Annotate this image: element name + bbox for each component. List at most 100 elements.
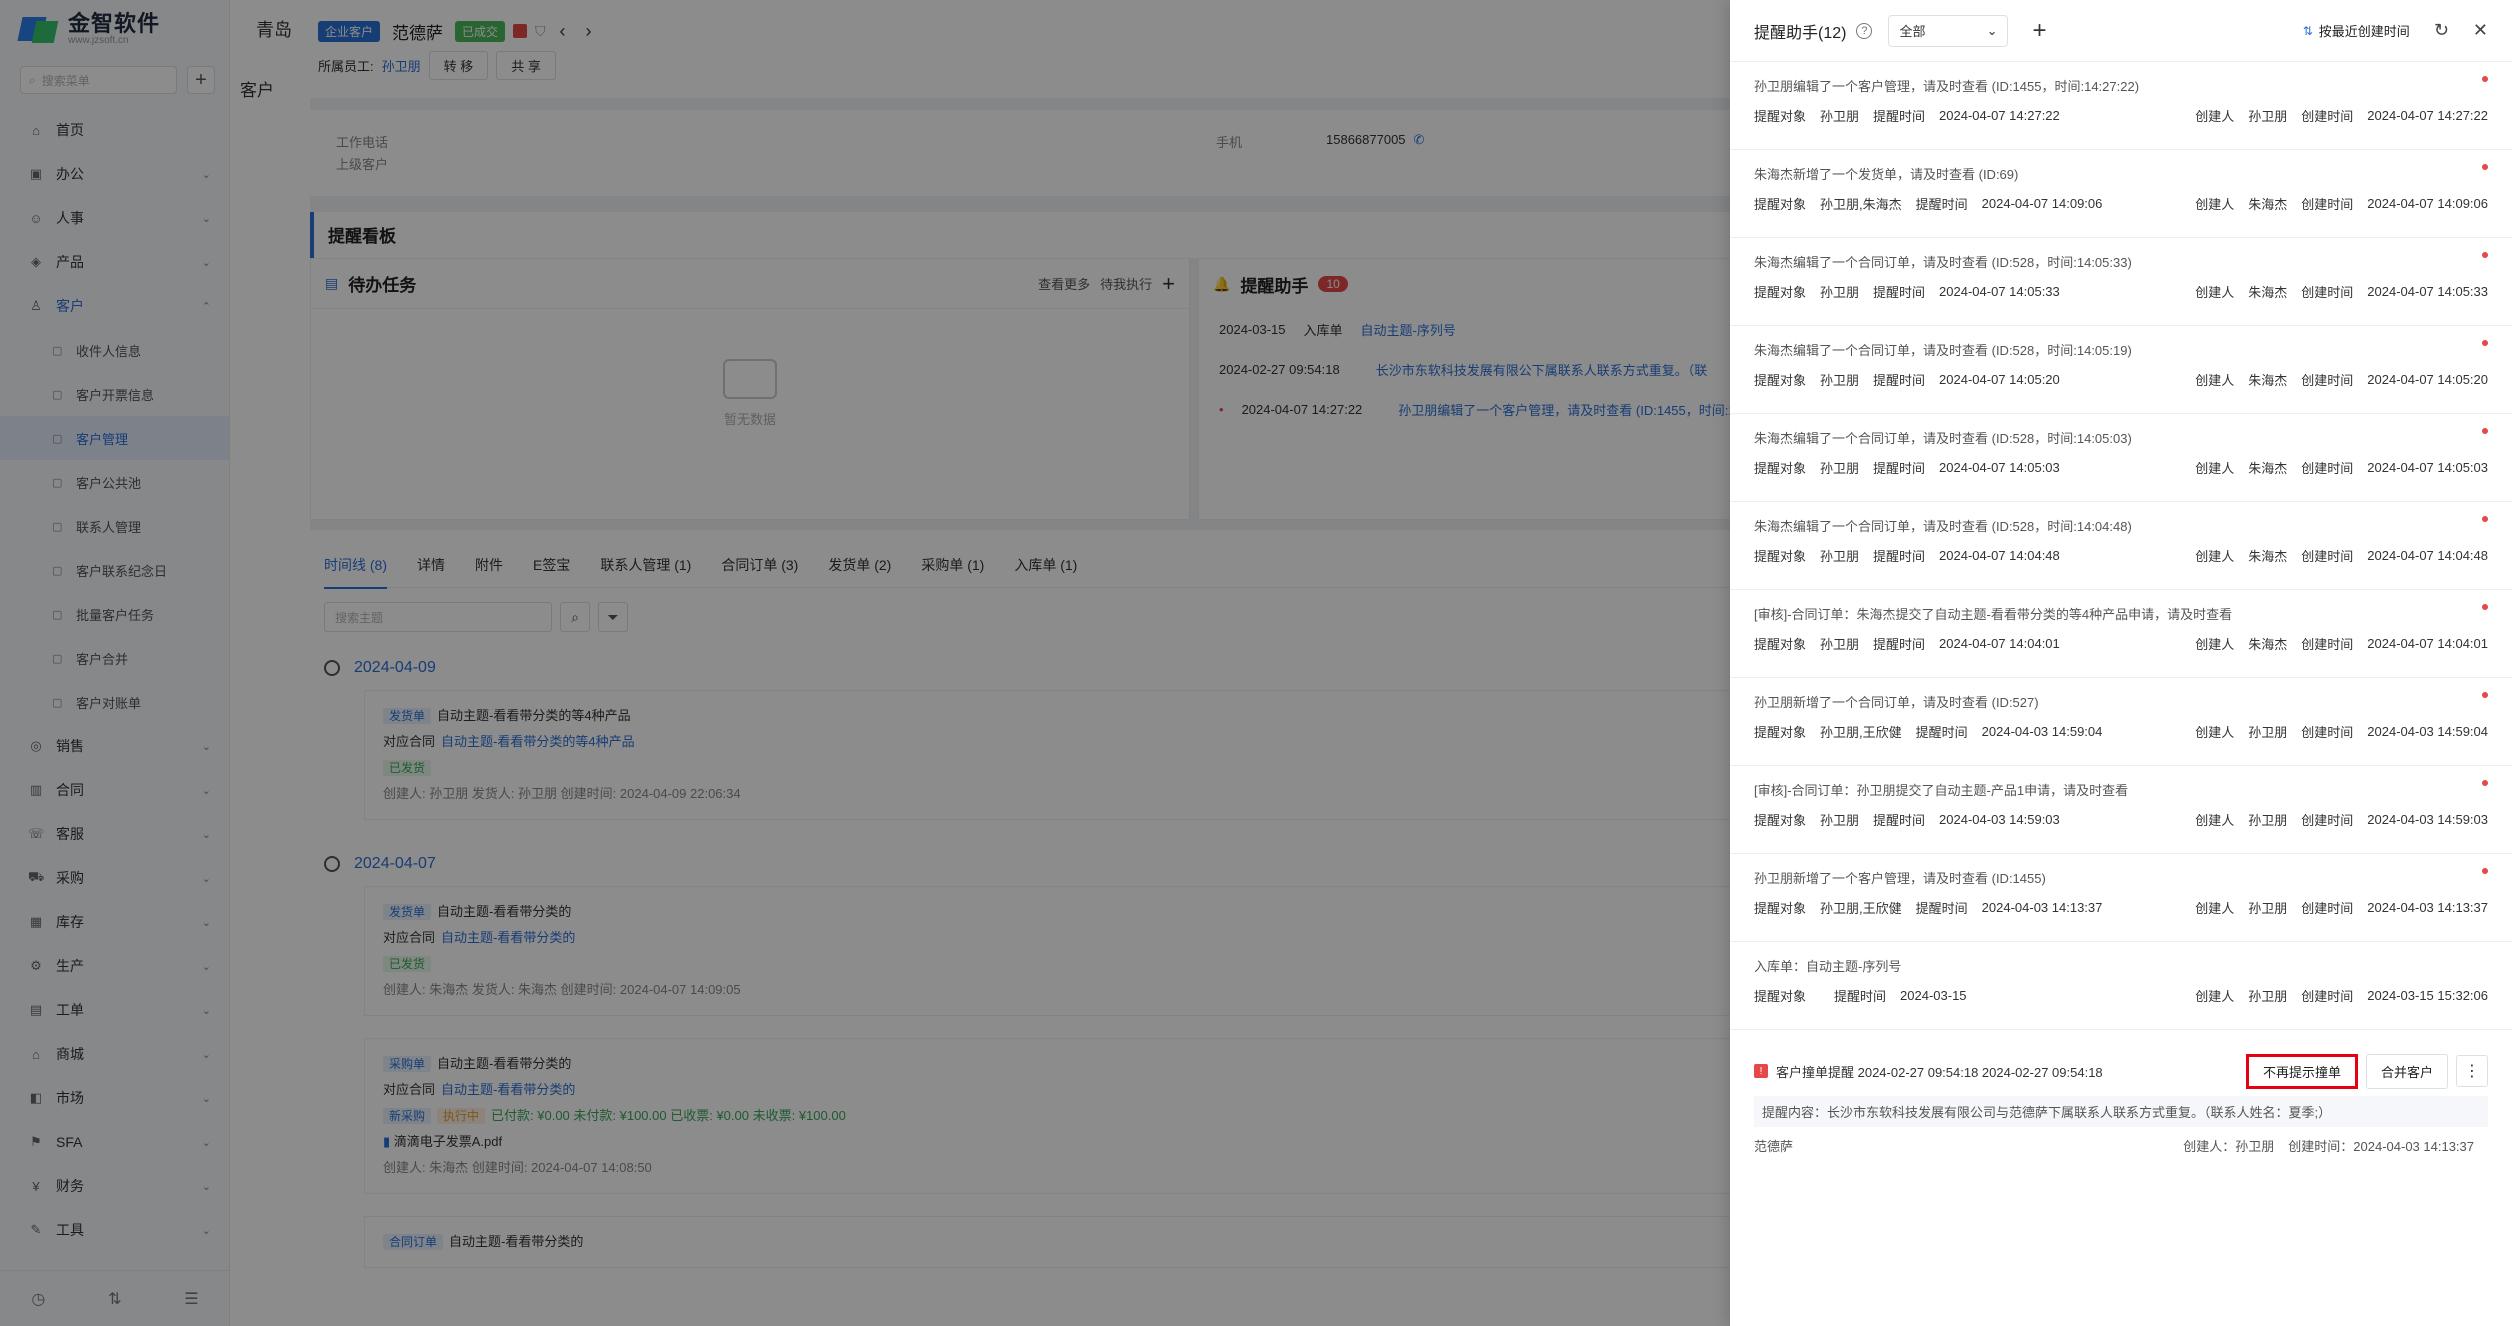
time-label: 提醒时间 — [1873, 636, 1926, 652]
time-label: 提醒时间 — [1873, 460, 1926, 476]
unread-dot-icon — [2482, 164, 2488, 170]
sort-button[interactable]: ⇅ 按最近创建时间 — [2303, 21, 2410, 40]
refresh-icon[interactable]: ↻ — [2434, 20, 2449, 41]
time-value: 2024-04-07 14:05:03 — [1939, 459, 2060, 475]
unread-dot-icon — [2482, 252, 2488, 258]
ctime-value: 2024-04-07 14:04:48 — [2367, 547, 2488, 563]
remind-item-title: 孙卫朋新增了一个客户管理，请及时查看 (ID:1455) — [1754, 871, 2046, 886]
duplicate-remind-card: ! 客户撞单提醒 2024-02-27 09:54:18 2024-02-27 … — [1730, 1030, 2512, 1163]
time-label: 提醒时间 — [1915, 900, 1968, 916]
target-value: 孙卫朋 — [1820, 636, 1860, 652]
creator-value: 孙卫朋 — [2248, 724, 2288, 740]
creator-label: 创建人 — [2195, 108, 2235, 124]
time-value: 2024-04-03 14:13:37 — [1981, 899, 2103, 915]
remind-item[interactable]: 朱海杰编辑了一个合同订单，请及时查看 (ID:528，时间:14:05:19) 提… — [1730, 326, 2512, 414]
remind-item-title: 朱海杰编辑了一个合同订单，请及时查看 (ID:528，时间:14:05:19) — [1754, 343, 2132, 358]
target-value: 孙卫朋 — [1820, 108, 1860, 124]
unread-dot-icon — [2482, 76, 2488, 82]
more-menu-icon[interactable]: ⋮ — [2456, 1055, 2488, 1087]
time-value: 2024-04-07 14:05:33 — [1939, 283, 2060, 299]
remind-item[interactable]: 入库单：自动主题-序列号 提醒对象 提醒时间 2024-03-15 创建人 孙卫朋 创建时间… — [1730, 942, 2512, 1030]
ctime-value: 2024-04-03 14:59:04 — [2367, 723, 2488, 739]
ctime-value: 2024-04-03 14:13:37 — [2367, 899, 2488, 915]
filter-select-value: 全部 — [1899, 24, 1926, 39]
target-value: 孙卫朋 — [1820, 460, 1860, 476]
filter-select[interactable]: 全部 ⌄ — [1888, 14, 2009, 47]
stop-duplicate-button[interactable]: 不再提示撞单 — [2245, 1053, 2358, 1089]
target-label: 提醒对象 — [1754, 284, 1807, 300]
creator-value: 朱海杰 — [2248, 460, 2288, 476]
remind-item[interactable]: 朱海杰编辑了一个合同订单，请及时查看 (ID:528，时间:14:05:03) 提… — [1730, 414, 2512, 502]
ctime-label: 创建时间 — [2301, 372, 2354, 388]
ctime-label: 创建时间 — [2301, 108, 2354, 124]
target-value: 孙卫朋 — [1820, 812, 1860, 828]
ctime-value: 2024-04-07 14:04:01 — [2367, 635, 2488, 651]
remind-item-title: 孙卫朋新增了一个合同订单，请及时查看 (ID:527) — [1754, 695, 2039, 710]
modal-overlay[interactable] — [0, 0, 1730, 1326]
target-label: 提醒对象 — [1754, 988, 1807, 1004]
creator-value: 朱海杰 — [2248, 372, 2288, 388]
time-value: 2024-04-07 14:05:20 — [1939, 371, 2060, 387]
remind-item-title: [审核]-合同订单：孙卫朋提交了自动主题-产品1申请，请及时查看 — [1754, 783, 2129, 798]
duplicate-creator: 创建人：孙卫朋 — [2183, 1138, 2275, 1154]
ctime-label: 创建时间 — [2301, 812, 2354, 828]
creator-value: 孙卫朋 — [2248, 988, 2288, 1004]
remind-item[interactable]: 朱海杰新增了一个发货单，请及时查看 (ID:69) 提醒对象 孙卫朋,朱海杰 提醒时间… — [1730, 150, 2512, 238]
creator-label: 创建人 — [2195, 460, 2235, 476]
target-value: 孙卫朋,朱海杰 — [1820, 196, 1902, 212]
ctime-label: 创建时间 — [2301, 988, 2354, 1004]
duplicate-ctime: 创建时间：2024-04-03 14:13:37 — [2288, 1138, 2474, 1154]
creator-label: 创建人 — [2195, 372, 2235, 388]
chevron-down-icon: ⌄ — [1986, 22, 1998, 38]
target-value: 孙卫朋 — [1820, 548, 1860, 564]
time-label: 提醒时间 — [1834, 988, 1887, 1004]
creator-value: 朱海杰 — [2248, 548, 2288, 564]
creator-label: 创建人 — [2195, 724, 2235, 740]
remind-item[interactable]: 朱海杰编辑了一个合同订单，请及时查看 (ID:528，时间:14:05:33) 提… — [1730, 238, 2512, 326]
add-remind-icon[interactable]: + — [2032, 17, 2046, 45]
target-value: 孙卫朋 — [1820, 372, 1860, 388]
remind-item[interactable]: 孙卫朋新增了一个客户管理，请及时查看 (ID:1455) 提醒对象 孙卫朋,王欣健提… — [1730, 854, 2512, 942]
ctime-value: 2024-04-03 14:59:03 — [2367, 811, 2488, 827]
creator-label: 创建人 — [2195, 548, 2235, 564]
warning-icon: ! — [1754, 1064, 1768, 1078]
remind-item-title: 朱海杰新增了一个发货单，请及时查看 (ID:69) — [1754, 167, 2019, 182]
remind-item[interactable]: [审核]-合同订单：朱海杰提交了自动主题-看看带分类的等4种产品申请，请及时查看… — [1730, 590, 2512, 678]
ctime-label: 创建时间 — [2301, 724, 2354, 740]
duplicate-title: 客户撞单提醒 2024-02-27 09:54:18 2024-02-27 09… — [1776, 1064, 2103, 1080]
creator-label: 创建人 — [2195, 284, 2235, 300]
target-label: 提醒对象 — [1754, 900, 1807, 916]
time-value: 2024-04-07 14:27:22 — [1939, 107, 2060, 123]
target-label: 提醒对象 — [1754, 724, 1807, 740]
remind-item[interactable]: 孙卫朋新增了一个合同订单，请及时查看 (ID:527) 提醒对象 孙卫朋,王欣健 提醒… — [1730, 678, 2512, 766]
remind-item-fields: 提醒对象 孙卫朋 提醒时间 2024-04-07 14:27:22 创建人 孙卫朋 创建时间… — [1754, 102, 2488, 128]
creator-label: 创建人 — [2195, 900, 2235, 916]
remind-item-title: 孙卫朋编辑了一个客户管理，请及时查看 (ID:1455，时间:14:27:22) — [1754, 79, 2140, 94]
remind-item[interactable]: 孙卫朋编辑了一个客户管理，请及时查看 (ID:1455，时间:14:27:22)… — [1730, 62, 2512, 150]
sort-label: 按最近创建时间 — [2318, 24, 2410, 39]
merge-customer-button[interactable]: 合并客户 — [2365, 1053, 2448, 1089]
target-label: 提醒对象 — [1754, 548, 1807, 564]
sort-icon: ⇅ — [2302, 23, 2313, 38]
creator-value: 朱海杰 — [2248, 196, 2288, 212]
target-label: 提醒对象 — [1754, 460, 1807, 476]
creator-value: 朱海杰 — [2248, 284, 2288, 300]
creator-value: 孙卫朋 — [2248, 108, 2288, 124]
target-label: 提醒对象 — [1754, 372, 1807, 388]
remind-item[interactable]: [审核]-合同订单：孙卫朋提交了自动主题-产品1申请，请及时查看 提醒对象 孙卫朋提… — [1730, 766, 2512, 854]
creator-label: 创建人 — [2195, 636, 2235, 652]
ctime-value: 2024-04-07 14:09:06 — [2367, 195, 2488, 211]
remind-item[interactable]: 朱海杰编辑了一个合同订单，请及时查看 (ID:528，时间:14:04:48) 提… — [1730, 502, 2512, 590]
duplicate-customer[interactable]: 范德萨 — [1754, 1136, 1793, 1155]
remind-item-fields: 提醒对象 提醒时间 2024-03-15 创建人 孙卫朋 创建时间 2024-03-15 1… — [1754, 982, 2488, 1008]
unread-dot-icon — [2482, 868, 2488, 874]
ctime-value: 2024-04-07 14:05:33 — [2367, 283, 2488, 299]
target-label: 提醒对象 — [1754, 196, 1807, 212]
time-label: 提醒时间 — [1873, 284, 1926, 300]
help-icon[interactable]: ? — [1856, 22, 1873, 39]
ctime-label: 创建时间 — [2301, 636, 2354, 652]
unread-dot-icon — [2482, 516, 2488, 522]
remind-item-fields: 提醒对象 孙卫朋,王欣健 提醒时间 2024-04-03 14:59:04 创建人 孙卫朋… — [1754, 718, 2488, 744]
close-icon[interactable]: ✕ — [2473, 20, 2488, 41]
ctime-label: 创建时间 — [2301, 460, 2354, 476]
